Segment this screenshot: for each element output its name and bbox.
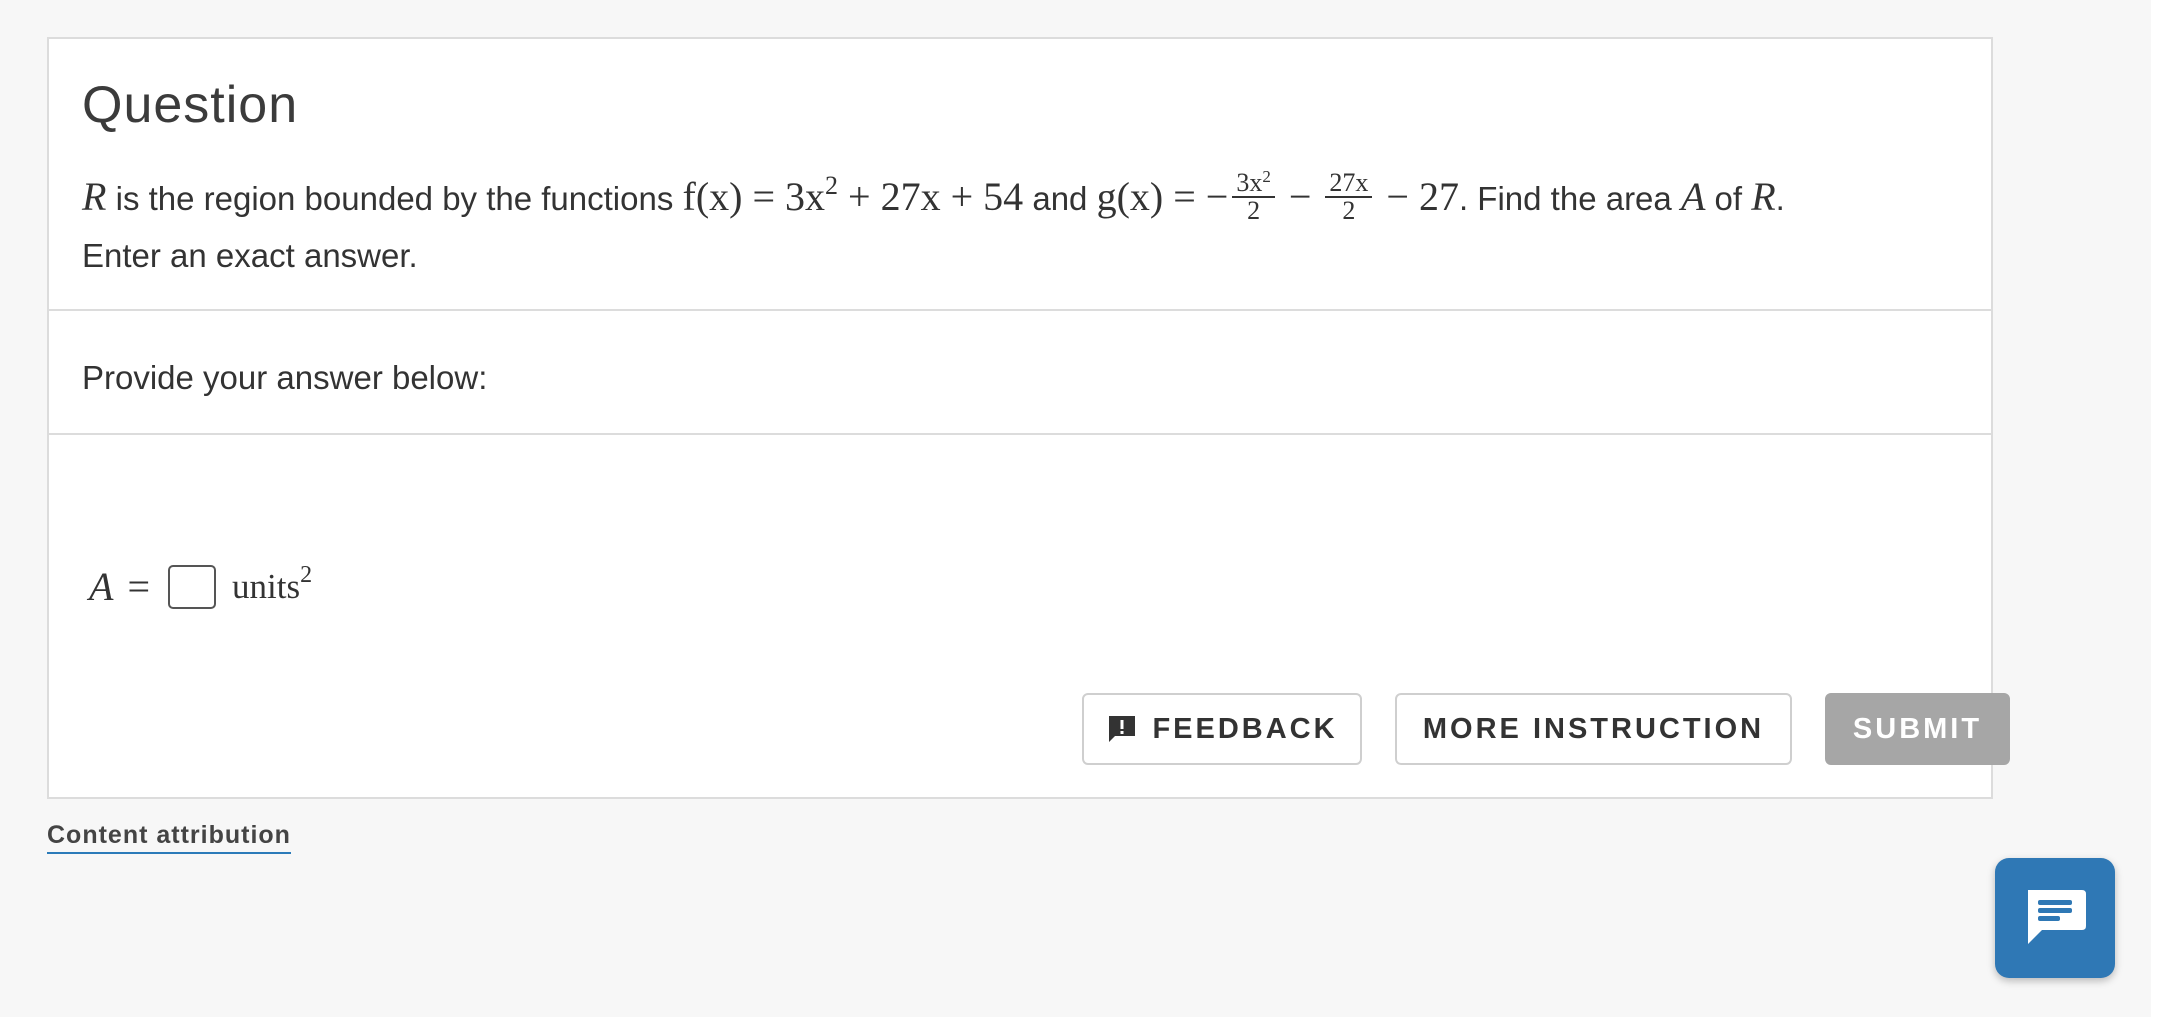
submit-label: SUBMIT [1852, 712, 1983, 745]
prompt-section: Provide your answer below: [49, 311, 1991, 435]
area-variable: A [1680, 174, 1706, 219]
question-text: R is the region bounded by the functions… [82, 166, 1785, 274]
question-find: . Find the area [1458, 180, 1681, 217]
content-attribution-link[interactable]: Content attribution [47, 821, 291, 854]
question-section: Question R is the region bounded by the … [49, 39, 1991, 311]
fraction-2: 27x 2 [1325, 169, 1373, 224]
more-instruction-label: MORE INSTRUCTION [1422, 712, 1765, 745]
feedback-button[interactable]: FEEDBACK [1082, 693, 1362, 765]
conjunction: and [1023, 180, 1097, 217]
answer-row: A = units2 [89, 563, 312, 610]
answer-input[interactable] [168, 564, 216, 609]
chat-icon [2028, 890, 2086, 944]
answer-units: units2 [232, 561, 313, 606]
function-f: f(x) = 3x2 + 27x + 54 [682, 171, 1024, 220]
fraction-1: 3x2 2 [1232, 168, 1275, 224]
answer-equals: = [127, 564, 150, 609]
prompt-label: Provide your answer below: [82, 359, 488, 396]
answer-variable: A [89, 564, 114, 609]
region-variable-2: R [1751, 174, 1776, 219]
question-instruction: Enter an exact answer. [82, 236, 418, 274]
chat-button[interactable] [1995, 858, 2115, 978]
submit-button[interactable]: SUBMIT [1825, 693, 2010, 765]
function-g: g(x) = −3x2 2 − 27x 2 − 27 [1096, 166, 1459, 225]
question-title: Question [82, 76, 299, 134]
more-instruction-button[interactable]: MORE INSTRUCTION [1395, 693, 1792, 765]
region-variable: R [82, 174, 107, 219]
question-intro: is the region bounded by the functions [106, 180, 683, 217]
feedback-icon [1109, 716, 1136, 742]
question-card: Question R is the region bounded by the … [47, 37, 2010, 799]
feedback-label: FEEDBACK [1152, 712, 1338, 745]
